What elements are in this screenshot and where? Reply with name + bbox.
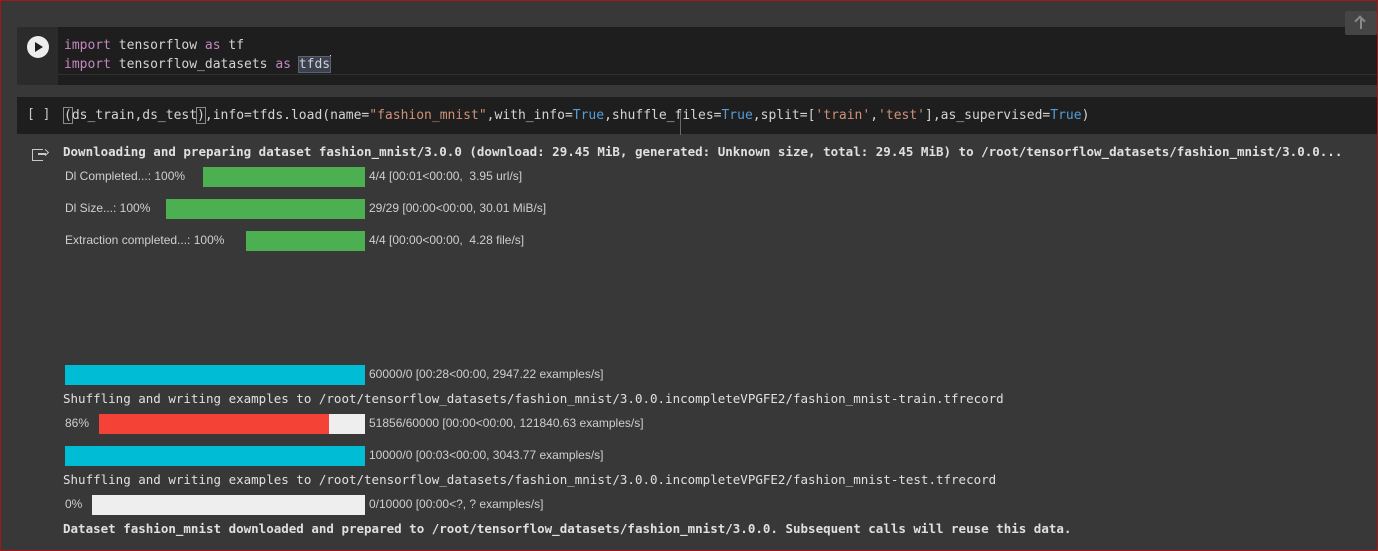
keyword: as <box>204 38 221 53</box>
progress-fill <box>99 414 329 434</box>
progress-info: 29/29 [00:00<00:00, 30.01 MiB/s] <box>369 201 547 215</box>
progress-label: Dl Size...: 100% <box>65 201 151 215</box>
progress-info: 4/4 [00:00<00:00, 4.28 file/s] <box>369 233 525 247</box>
download-footer: Dataset fashion_mnist downloaded and pre… <box>63 521 1072 536</box>
progress-label: Dl Completed...: 100% <box>65 169 186 183</box>
code-line-2[interactable]: import tensorflow_datasets as tfds <box>64 55 332 74</box>
bool-literal: True <box>1050 108 1082 123</box>
keyword: import <box>64 38 111 53</box>
output-icon[interactable] <box>32 149 46 161</box>
progress-info: 4/4 [00:01<00:00, 3.95 url/s] <box>369 169 523 183</box>
code-text: ,info=tfds.load(name= <box>204 108 370 123</box>
progress-label: 86% <box>65 416 90 430</box>
code-line[interactable]: (ds_train,ds_test),info=tfds.load(name="… <box>63 106 1090 125</box>
code-text: ,with_info= <box>486 108 573 123</box>
progress-bar <box>166 199 365 219</box>
keyword: import <box>64 57 111 72</box>
top-strip <box>1 1 1377 25</box>
cell-gutter <box>17 27 58 85</box>
cell-prompt[interactable]: [ ] <box>27 107 50 122</box>
move-up-arrow-icon[interactable] <box>1345 11 1377 35</box>
code-text: ) <box>1081 108 1090 123</box>
progress-label: 0% <box>65 497 83 511</box>
line-divider <box>58 74 1377 75</box>
progress-fill <box>65 446 365 466</box>
string-literal: "fashion_mnist" <box>369 108 487 123</box>
progress-info: 0/10000 [00:00<?, ? examples/s] <box>369 497 544 511</box>
progress-bar <box>246 231 365 251</box>
progress-info: 10000/0 [00:03<00:00, 3043.77 examples/s… <box>369 448 604 462</box>
progress-bar <box>65 446 365 466</box>
code-text: ,shuffle_files= <box>604 108 722 123</box>
progress-fill <box>166 199 365 219</box>
progress-fill <box>203 167 365 187</box>
code-text: ds_train,ds_test <box>71 108 198 123</box>
progress-bar <box>92 495 365 515</box>
code-text: tf <box>220 38 245 53</box>
code-cell-2[interactable]: [ ] (ds_train,ds_test),info=tfds.load(na… <box>17 97 1377 134</box>
code-text: ],as_supervised= <box>925 108 1051 123</box>
code-cell-1[interactable]: import tensorflow as tf import tensorflo… <box>17 27 1377 85</box>
selected-text: tfds <box>297 56 332 73</box>
string-literal: 'test' <box>878 108 926 123</box>
progress-bar <box>99 414 365 434</box>
progress-label: Extraction completed...: 100% <box>65 233 225 247</box>
bool-literal: True <box>572 108 605 123</box>
progress-bar <box>203 167 365 187</box>
code-line-1[interactable]: import tensorflow as tf <box>64 36 244 55</box>
progress-bar <box>65 365 365 385</box>
shuffle-test-text: Shuffling and writing examples to /root/… <box>63 472 997 487</box>
progress-fill <box>65 365 365 385</box>
text-cursor <box>330 55 332 70</box>
ruler-line <box>680 110 681 135</box>
code-text: , <box>870 108 879 123</box>
code-text: tensorflow <box>110 38 205 53</box>
download-header: Downloading and preparing dataset fashio… <box>63 144 1343 159</box>
progress-info: 60000/0 [00:28<00:00, 2947.22 examples/s… <box>369 367 604 381</box>
progress-fill <box>246 231 365 251</box>
keyword: as <box>275 57 291 72</box>
shuffle-train-text: Shuffling and writing examples to /root/… <box>63 391 1004 406</box>
progress-info: 51856/60000 [00:00<00:00, 121840.63 exam… <box>369 416 644 430</box>
bool-literal: True <box>721 108 753 123</box>
code-text: tensorflow_datasets <box>110 57 276 72</box>
code-text: ,split=[ <box>752 108 816 123</box>
string-literal: 'train' <box>815 108 871 123</box>
run-cell-button[interactable] <box>27 36 49 58</box>
